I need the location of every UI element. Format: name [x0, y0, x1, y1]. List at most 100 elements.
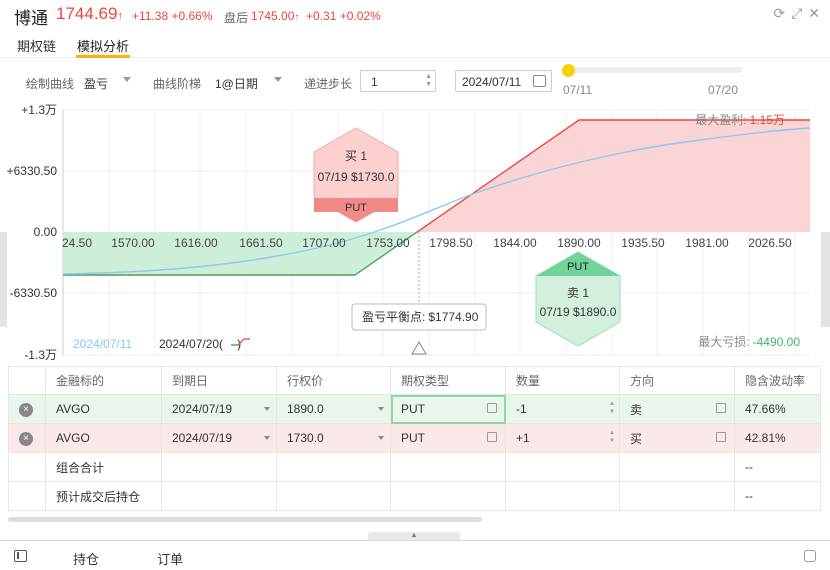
y-tick: -6330.50 — [10, 286, 58, 300]
y-tick: -1.3万 — [24, 348, 57, 362]
direction-cell[interactable]: 买 — [619, 423, 735, 453]
date-slider[interactable] — [565, 67, 742, 73]
tab-positions[interactable]: 持仓 — [73, 549, 99, 568]
curve-label: 绘制曲线 — [26, 77, 75, 91]
collapse-handle[interactable]: ▲ — [368, 532, 460, 540]
max-profit-value: 1.15万 — [750, 113, 785, 127]
legend-current-date: 2024/07/11 — [73, 337, 132, 351]
underlying-cell: AVGO — [45, 423, 162, 453]
triangle-marker-icon[interactable] — [411, 341, 427, 355]
swap-icon[interactable] — [716, 403, 726, 413]
quantity-cell[interactable]: -1 ▲ ▼ — [505, 394, 620, 424]
remove-leg-icon[interactable]: × — [19, 432, 33, 446]
legs-table: 金融标的 到期日 行权价 期权类型 数量 方向 隐含波动率 × AVGO 202… — [8, 366, 821, 516]
calendar-icon[interactable] — [533, 75, 546, 87]
after-hours-label: 盘后 — [224, 11, 249, 25]
stepper-arrows-icon[interactable]: ▲ ▼ — [609, 429, 615, 445]
left-panel-toggle[interactable] — [0, 232, 7, 327]
x-tick: 1935.50 — [621, 236, 665, 250]
max-loss-value: -4490.00 — [753, 335, 801, 349]
chevron-down-icon[interactable] — [378, 436, 384, 440]
stepper-arrows-icon[interactable]: ▲ ▼ — [609, 400, 615, 416]
swap-icon[interactable] — [487, 432, 497, 442]
x-tick: 1661.50 — [239, 236, 283, 250]
x-tick: 1981.00 — [685, 236, 729, 250]
step-label: 递进步长 — [304, 77, 353, 91]
stock-name: 博通 — [14, 9, 48, 28]
tab-option-chain[interactable]: 期权链 — [17, 36, 56, 55]
type-cell[interactable]: PUT — [390, 423, 506, 453]
summary-row: 预计成交后持仓 -- — [8, 481, 821, 511]
summary-label: 组合合计 — [45, 452, 162, 482]
summary-value: -- — [734, 481, 821, 511]
chevron-down-icon[interactable] — [274, 77, 282, 82]
after-hours-change: +0.31 +0.02% — [306, 9, 381, 23]
horizontal-scrollbar[interactable] — [8, 517, 482, 522]
quantity-cell[interactable]: +1 ▲ ▼ — [505, 423, 620, 453]
svg-text:最大盈利:1.15万: 最大盈利: 1.15万 — [695, 113, 785, 127]
buy-leg-type: PUT — [345, 202, 367, 214]
slider-start-label: 07/11 — [563, 83, 593, 97]
profit-area — [417, 120, 810, 232]
max-profit-label: 最大盈利: — [695, 113, 746, 127]
col-direction: 方向 — [619, 366, 735, 395]
panel-toggle-icon[interactable] — [14, 550, 27, 562]
summary-row: 组合合计 -- — [8, 452, 821, 482]
table-header-row: 金融标的 到期日 行权价 期权类型 数量 方向 隐含波动率 — [8, 366, 821, 395]
popout-icon[interactable] — [804, 550, 816, 562]
tab-bar: 期权链 模拟分析 — [0, 30, 830, 58]
chevron-down-icon[interactable] — [264, 407, 270, 411]
refresh-icon[interactable]: ⟳ — [773, 5, 785, 22]
sell-leg-type: PUT — [567, 261, 589, 273]
strike-cell[interactable]: 1890.0 — [276, 394, 391, 424]
stepper-arrows-icon[interactable]: ▲ ▼ — [425, 73, 432, 89]
expand-icon[interactable]: ⤢ — [791, 5, 802, 22]
y-tick: +6330.50 — [7, 164, 58, 178]
buy-leg-marker[interactable]: 买 1 07/19 $1730.0 PUT — [313, 127, 399, 223]
svg-text:盈亏平衡点:$1774.90: 盈亏平衡点: $1774.90 — [362, 310, 479, 324]
expiry-cell[interactable]: 2024/07/19 — [161, 423, 277, 453]
col-remove — [8, 366, 46, 395]
col-type: 期权类型 — [390, 366, 506, 395]
table-row: × AVGO 2024/07/19 1730.0 PUT +1 ▲ ▼ 买 42.8… — [8, 423, 821, 453]
price-change: +11.38 +0.66% — [132, 9, 213, 23]
step-stepper[interactable]: 1 ▲ ▼ — [360, 70, 436, 92]
date-value[interactable]: 2024/07/11 — [462, 75, 521, 89]
x-tick: 1616.00 — [174, 236, 218, 250]
sell-leg-detail: 07/19 $1890.0 — [540, 305, 617, 319]
right-panel-toggle[interactable] — [821, 232, 830, 327]
svg-text:2024/07/20(): 2024/07/20() — [159, 337, 241, 351]
tab-orders[interactable]: 订单 — [157, 549, 183, 568]
ladder-select[interactable]: 1@日期 — [215, 75, 258, 92]
close-icon[interactable]: ✕ — [808, 5, 820, 22]
date-slider-handle[interactable] — [562, 64, 575, 77]
type-cell[interactable]: PUT — [390, 394, 506, 424]
ladder-label: 曲线阶梯 — [153, 77, 202, 91]
step-value[interactable]: 1 — [371, 75, 378, 89]
chevron-down-icon[interactable] — [123, 77, 131, 82]
swap-icon[interactable] — [716, 432, 726, 442]
remove-leg-icon[interactable]: × — [19, 403, 33, 417]
expiry-cell[interactable]: 2024/07/19 — [161, 394, 277, 424]
table-row: × AVGO 2024/07/19 1890.0 PUT -1 ▲ ▼ 卖 47.6… — [8, 394, 821, 424]
legend-expiry-date: 2024/07/20( — [159, 337, 223, 351]
curve-select[interactable]: 盈亏 — [84, 75, 108, 92]
swap-icon[interactable] — [487, 403, 497, 413]
date-picker[interactable]: 2024/07/11 — [455, 70, 552, 92]
col-expiry: 到期日 — [161, 366, 277, 395]
col-underlying: 金融标的 — [45, 366, 162, 395]
pnl-chart: +1.3万 +6330.50 0.00 -6330.50 -1.3万 24.50… — [7, 103, 811, 362]
sell-leg-marker[interactable]: PUT 卖 1 07/19 $1890.0 — [535, 251, 621, 347]
buy-leg-detail: 07/19 $1730.0 — [318, 170, 395, 184]
tab-simulation[interactable]: 模拟分析 — [77, 36, 129, 55]
breakeven-tooltip: 盈亏平衡点: $1774.90 — [351, 303, 487, 331]
strike-cell[interactable]: 1730.0 — [276, 423, 391, 453]
slider-end-label: 07/20 — [708, 83, 739, 97]
x-tick: 2026.50 — [748, 236, 792, 250]
iv-cell: 47.66% — [734, 394, 821, 424]
chevron-down-icon[interactable] — [264, 436, 270, 440]
direction-cell[interactable]: 卖 — [619, 394, 735, 424]
after-hours-price: 1745.00↑ — [251, 9, 300, 23]
chevron-down-icon[interactable] — [378, 407, 384, 411]
breakeven-label: 盈亏平衡点: — [362, 310, 425, 324]
